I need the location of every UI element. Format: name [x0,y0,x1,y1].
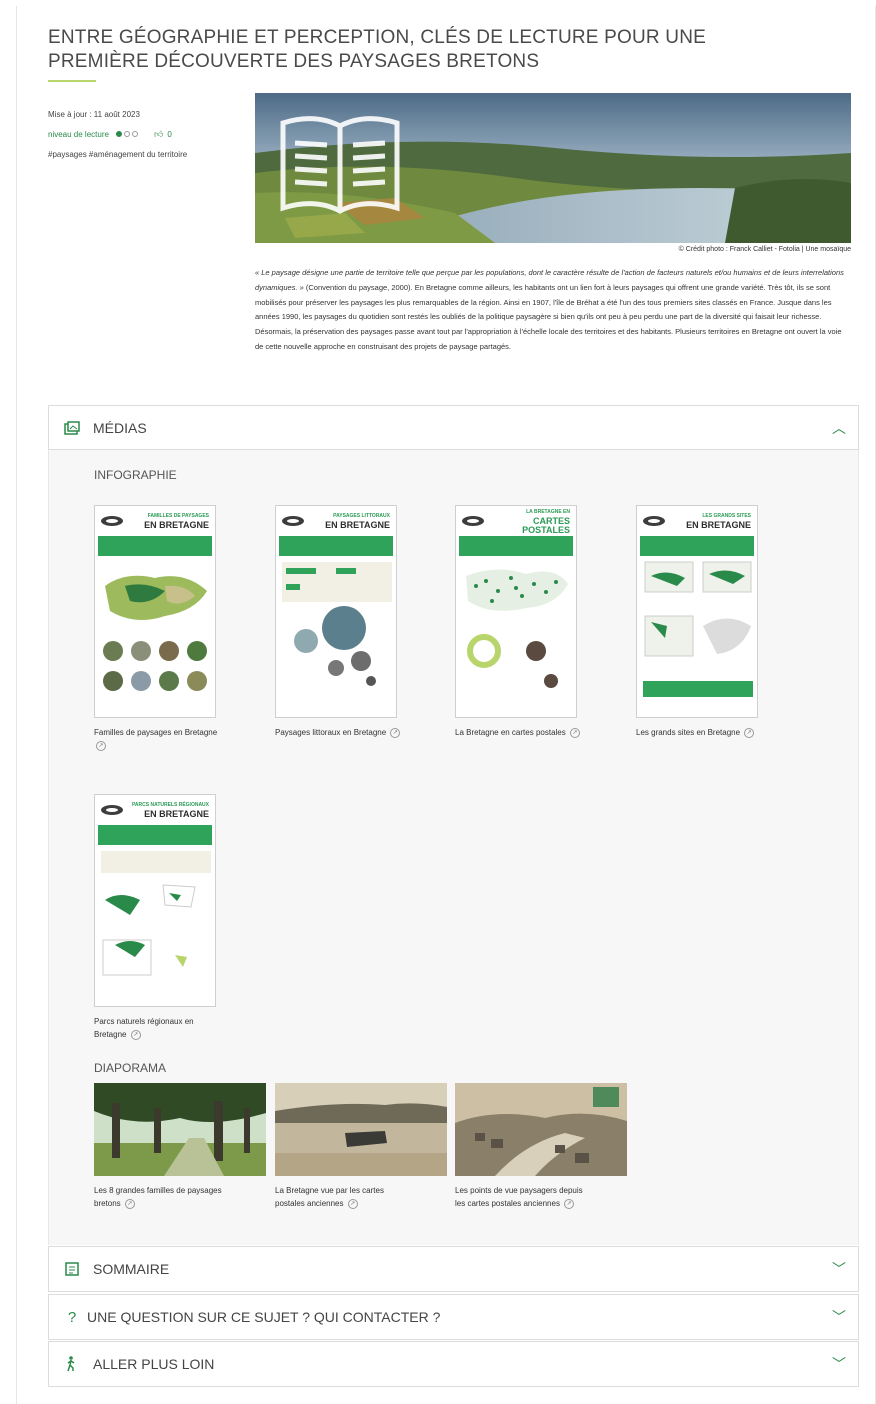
infographic-card[interactable]: LA BRETAGNE EN CARTES POSTALES La Bretagn… [455,505,615,739]
accordion-label: ALLER PLUS LOIN [93,1356,215,1372]
poster-band [98,825,212,845]
poster-band [640,536,754,556]
question-icon: ? [67,1308,77,1326]
slideshow-thumbnail[interactable] [275,1083,447,1176]
slideshow-card[interactable]: Les 8 grandes familles de paysages breto… [94,1083,266,1210]
accordion-label: SOMMAIRE [93,1261,170,1277]
poster-band [279,536,393,556]
infographic-thumbnail[interactable]: PARCS NATURELS RÉGIONAUX EN BRETAGNE [94,794,216,1007]
poster-band [459,536,573,556]
intro-text: (Convention du paysage, 2000). En Bretag… [255,282,842,351]
chevron-down-icon: ﹀ [832,1261,846,1277]
level-dot [123,131,130,137]
like-icon[interactable]: 👍︎ [154,129,163,140]
logo-icon [101,805,123,815]
logo-icon [101,516,123,526]
accordion-label: UNE QUESTION SUR CE SUJET ? QUI CONTACTE… [87,1309,441,1325]
external-link-icon[interactable]: ↗ [96,740,106,751]
chevron-up-icon: ︿ [832,419,846,436]
slideshow-thumbnail[interactable] [94,1083,266,1176]
tags[interactable]: #paysages #aménagement du territoire [48,144,243,164]
slideshow-card[interactable]: Les points de vue paysagers depuis les c… [455,1083,627,1210]
poster-title: EN BRETAGNE [686,520,751,530]
infographic-caption[interactable]: Familles de paysages en Bretagne [94,728,217,737]
poster-graphic [282,562,392,686]
photo-credit: © Crédit photo : Franck Calliet - Fotoli… [678,246,851,253]
diaporama-heading: DIAPORAMA [94,1061,167,1075]
reading-level: niveau de lecture 👍︎ 0 [48,124,243,144]
poster-title: EN BRETAGNE [325,520,390,530]
chevron-down-icon: ﹀ [832,1309,846,1325]
list-icon [57,1262,87,1276]
external-link-icon[interactable]: ↗ [744,727,755,738]
infographic-caption[interactable]: Paysages littoraux en Bretagne [275,728,386,737]
poster-graphic [643,561,753,697]
external-link-icon[interactable]: ↗ [124,1198,135,1209]
like-count: 0 [167,129,172,139]
accordion-question[interactable]: ? UNE QUESTION SUR CE SUJET ? QUI CONTAC… [48,1294,859,1340]
accordion-label: MÉDIAS [93,419,147,436]
level-dot [131,131,138,137]
slideshow-caption[interactable]: Les 8 grandes familles de paysages breto… [94,1186,222,1208]
logo-icon [462,516,484,526]
infographic-thumbnail[interactable]: LA BRETAGNE EN CARTES POSTALES [455,505,577,718]
article-meta: Mise à jour : 11 août 2023 niveau de lec… [48,104,243,164]
infographie-heading: INFOGRAPHIE [94,468,177,482]
infographic-card[interactable]: PAYSAGES LITTORAUX EN BRETAGNE Paysages l… [275,505,435,739]
external-link-icon[interactable]: ↗ [390,727,401,738]
reading-level-label: niveau de lecture [48,129,109,139]
poster-graphic [466,569,568,688]
accordion-sommaire[interactable]: SOMMAIRE ﹀ [48,1246,859,1292]
slideshow-card[interactable]: La Bretagne vue par les cartes postales … [275,1083,447,1210]
slideshow-caption[interactable]: La Bretagne vue par les cartes postales … [275,1186,384,1208]
accordion-medias[interactable]: MÉDIAS ︿ [48,405,859,450]
updated-date: Mise à jour : 11 août 2023 [48,109,140,119]
infographic-caption[interactable]: La Bretagne en cartes postales [455,728,566,737]
infographic-thumbnail[interactable]: FAMILLES DE PAYSAGES EN BRETAGNE [94,505,216,718]
infographic-card[interactable]: LES GRANDS SITES EN BRETAGNE Les grands s… [636,505,796,739]
external-link-icon[interactable]: ↗ [130,1029,141,1040]
accordion-aller-plus-loin[interactable]: ALLER PLUS LOIN ﹀ [48,1341,859,1387]
infographic-caption[interactable]: Les grands sites en Bretagne [636,728,740,737]
external-link-icon[interactable]: ↗ [347,1198,358,1209]
infographic-card[interactable]: FAMILLES DE PAYSAGES EN BRETAGNE Familles… [94,505,254,752]
poster-graphic [101,851,211,976]
walking-icon [57,1356,87,1372]
level-dot [115,131,122,137]
poster-band [98,536,212,556]
poster-title: CARTES POSTALES [522,515,570,535]
infographic-thumbnail[interactable]: PAYSAGES LITTORAUX EN BRETAGNE [275,505,397,718]
infographic-card[interactable]: PARCS NATURELS RÉGIONAUX EN BRETAGNE Parc… [94,794,254,1041]
poster-title: EN BRETAGNE [144,520,209,530]
hero-image [255,93,851,243]
intro-paragraph: « Le paysage désigne une partie de terri… [255,266,851,355]
poster-graphic [103,575,207,691]
infographic-caption[interactable]: Parcs naturels régionaux en Bretagne [94,1017,194,1039]
logo-icon [643,516,665,526]
slideshow-thumbnail[interactable] [455,1083,627,1176]
reading-level-dots [115,131,138,137]
infographic-thumbnail[interactable]: LES GRANDS SITES EN BRETAGNE [636,505,758,718]
medias-panel: INFOGRAPHIE FAMILLES DE PAYSAGES EN BRETA… [48,450,859,1245]
page-title: ENTRE GÉOGRAPHIE ET PERCEPTION, CLÉS DE … [48,27,707,72]
gallery-icon [57,420,87,435]
poster-title: EN BRETAGNE [144,809,209,819]
external-link-icon[interactable]: ↗ [564,1198,575,1209]
title-underline [48,80,96,82]
logo-icon [282,516,304,526]
chevron-down-icon: ﹀ [832,1356,846,1372]
external-link-icon[interactable]: ↗ [569,727,580,738]
